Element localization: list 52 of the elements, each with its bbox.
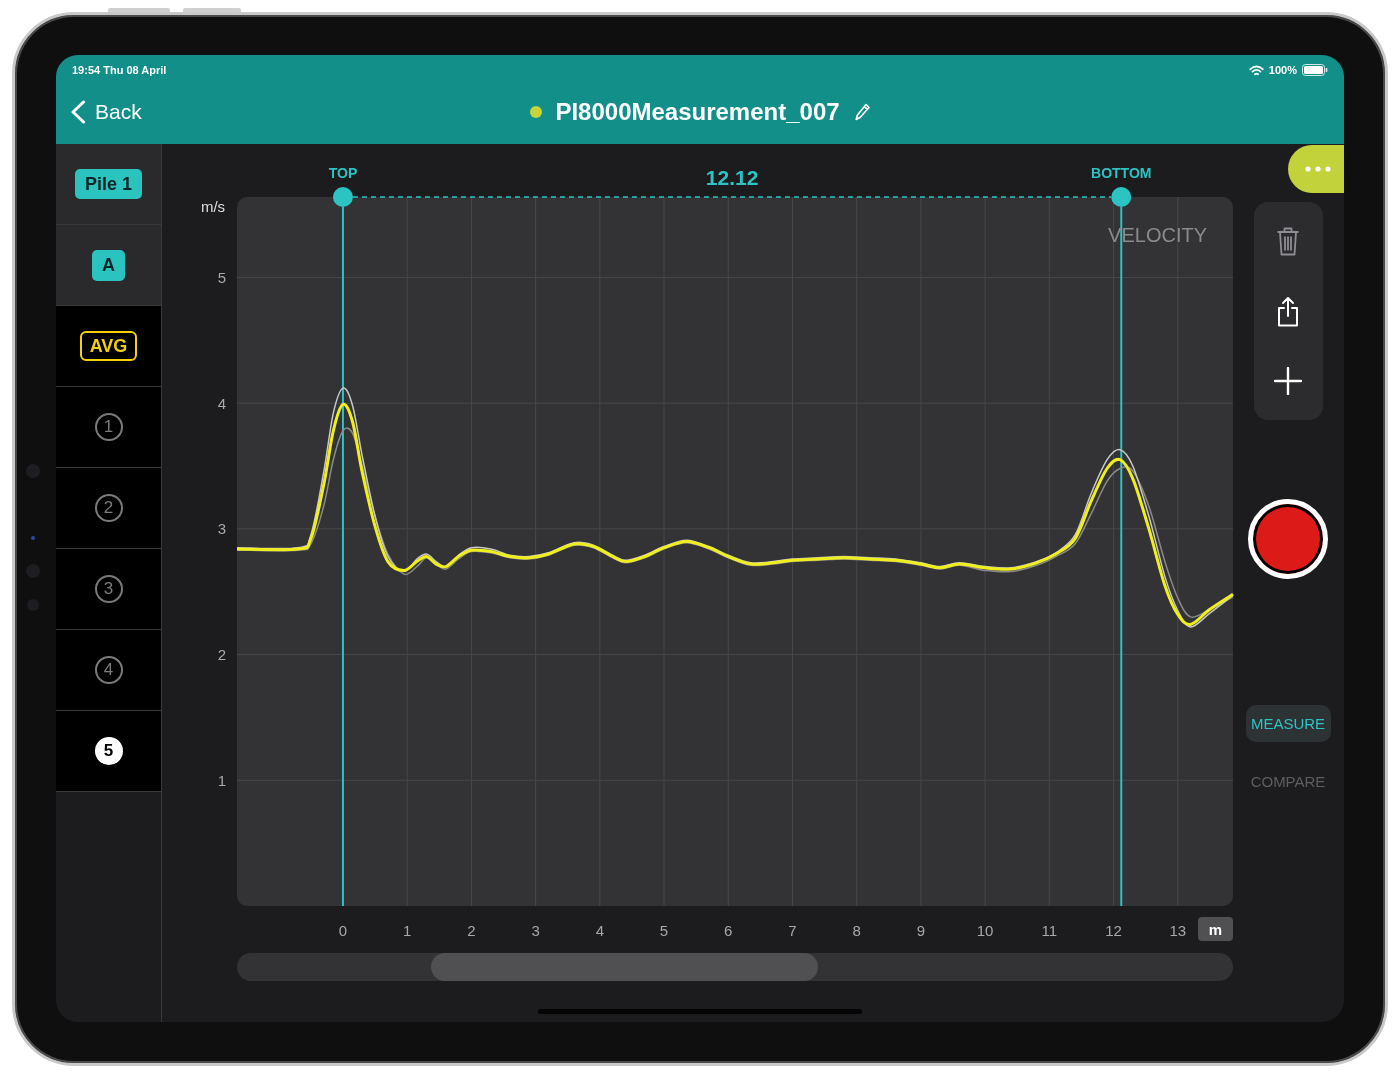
x-tick-label: 4 xyxy=(595,921,604,939)
mode-tab[interactable]: MEASURE xyxy=(1245,705,1331,742)
x-tick-label: 7 xyxy=(788,921,797,939)
x-tick-label: 6 xyxy=(724,921,733,939)
back-button[interactable]: Back xyxy=(70,100,142,124)
y-tick-label: 2 xyxy=(217,646,226,664)
x-tick-label: 8 xyxy=(852,921,861,939)
average-button[interactable]: AVG xyxy=(79,331,138,361)
x-tick-label: 3 xyxy=(531,921,540,939)
x-tick-label: 11 xyxy=(1041,921,1058,939)
battery-icon xyxy=(1302,64,1328,76)
marker-handle[interactable] xyxy=(1111,187,1132,207)
x-tick-label: 12 xyxy=(1105,921,1122,939)
marker-label: BOTTOM xyxy=(1091,165,1152,181)
share-icon[interactable] xyxy=(1276,295,1300,327)
trace-button[interactable]: 1 xyxy=(94,413,123,441)
x-tick-label: 1 xyxy=(403,921,412,939)
x-axis-unit: m xyxy=(1198,917,1233,941)
y-axis-unit: m/s xyxy=(200,197,226,215)
more-button[interactable] xyxy=(1288,145,1344,193)
y-tick-label: 5 xyxy=(217,268,226,286)
marker-handle[interactable] xyxy=(332,187,353,207)
scroll-thumb[interactable] xyxy=(431,953,818,981)
battery-percent: 100% xyxy=(1268,64,1297,76)
marker-label: TOP xyxy=(328,165,358,181)
trace-button[interactable]: 3 xyxy=(94,575,123,603)
pencil-icon[interactable] xyxy=(854,103,870,121)
chevron-left-icon xyxy=(70,100,86,124)
y-tick-label: 4 xyxy=(217,394,226,412)
group-button[interactable]: A xyxy=(92,249,125,281)
trace-button[interactable]: 2 xyxy=(94,494,123,522)
status-light xyxy=(31,536,35,540)
y-tick-label: 1 xyxy=(217,771,226,789)
pile-button[interactable]: Pile 1 xyxy=(75,169,142,199)
y-tick-label: 3 xyxy=(217,520,226,538)
trace-button[interactable]: 5 xyxy=(94,737,123,765)
plus-icon[interactable] xyxy=(1274,367,1302,395)
x-tick-label: 0 xyxy=(338,921,348,939)
x-tick-label: 9 xyxy=(916,921,926,939)
status-time: 19:54 Thu 08 April xyxy=(72,64,167,76)
status-dot-icon xyxy=(530,106,543,118)
x-tick-label: 10 xyxy=(976,921,994,939)
mode-tab[interactable]: COMPARE xyxy=(1245,763,1331,800)
x-tick-label: 2 xyxy=(467,921,476,939)
wifi-icon xyxy=(1248,64,1264,76)
more-icon xyxy=(1305,166,1331,172)
x-axis-title: m xyxy=(1208,921,1223,938)
span-length: 12.12 xyxy=(705,165,759,189)
trace-button[interactable]: 4 xyxy=(94,656,123,684)
x-tick-label: 13 xyxy=(1169,921,1187,939)
measurement-title: PI8000Measurement_007 xyxy=(555,98,840,126)
x-tick-label: 5 xyxy=(659,921,669,939)
